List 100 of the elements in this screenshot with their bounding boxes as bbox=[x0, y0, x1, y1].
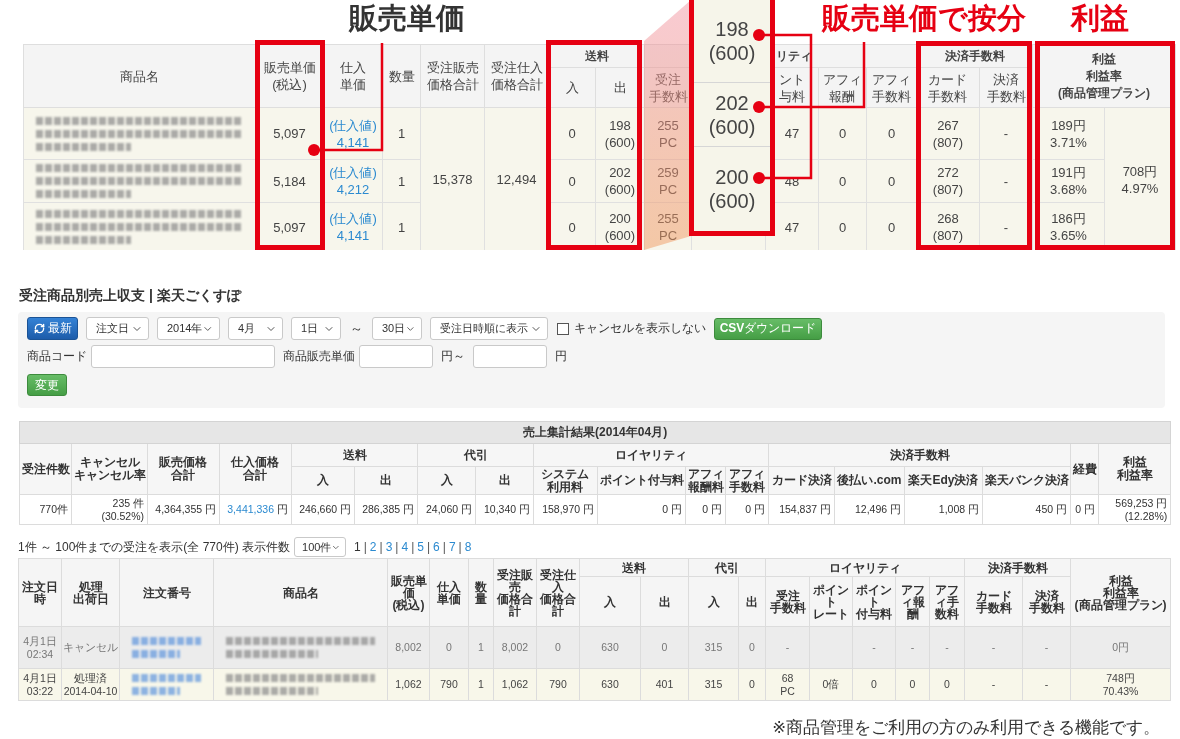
table-cell: 401 bbox=[640, 668, 689, 701]
order-row[interactable]: 4月1日 03:22 処理済 2014-04-10 1,062 790 1 1,062 790 630 401 315 0 68 PC 0倍 0 0 0 - - 748円 70.43% bbox=[18, 668, 1171, 701]
table-cell: - bbox=[964, 626, 1023, 669]
column-header: 受注 bbox=[654, 70, 682, 88]
table-cell: - bbox=[929, 626, 965, 669]
table-title: 売上集計結果(2014年04月) bbox=[19, 421, 1171, 444]
column-header: 受注販売 bbox=[496, 568, 534, 593]
page-separator: | bbox=[427, 540, 431, 554]
table-cell: - bbox=[765, 626, 810, 669]
column-header: 受注販売価格合計 bbox=[420, 44, 485, 108]
table-cell: 0 bbox=[818, 107, 867, 160]
checkbox-label[interactable]: キャンセルを表示しない bbox=[574, 321, 706, 336]
column-header: キャンセル率 bbox=[73, 469, 146, 482]
table-cell: 1 bbox=[468, 626, 494, 669]
field-label: 商品コード bbox=[27, 349, 87, 364]
column-group-header: 送料 bbox=[291, 443, 418, 467]
day-select[interactable]: 30日 bbox=[372, 317, 422, 340]
column-header: 利益率 bbox=[1102, 586, 1139, 599]
product-code-input[interactable] bbox=[91, 345, 275, 368]
page-link[interactable]: 7 bbox=[448, 540, 456, 554]
csv-download-button[interactable]: CSVダウンロード bbox=[714, 317, 822, 340]
table-cell: 4月1日 02:34 bbox=[18, 626, 62, 669]
column-header: ポイント bbox=[856, 583, 893, 608]
table-cell: 0円 bbox=[1070, 626, 1171, 669]
table-cell: 0 bbox=[429, 626, 469, 669]
column-header: 手数料 bbox=[768, 601, 807, 614]
table-cell: 8,002 bbox=[387, 626, 430, 669]
column-header: 仕入単価 bbox=[323, 44, 383, 108]
table-cell: 0 bbox=[536, 626, 580, 669]
column-header: 楽天Edy決済 bbox=[904, 466, 983, 495]
apply-button[interactable]: 変更 bbox=[27, 374, 67, 396]
table-cell: 0 bbox=[738, 668, 766, 701]
column-group-header: 決済手数料 bbox=[964, 558, 1071, 577]
table-cell: 4,364,355 円 bbox=[147, 494, 220, 525]
refresh-button[interactable]: 最新 bbox=[27, 317, 78, 340]
page-link[interactable]: 3 bbox=[385, 540, 393, 554]
table-cell: 235 件 (30.52%) bbox=[71, 494, 148, 525]
column-header: 楽天バンク決済 bbox=[982, 466, 1071, 495]
column-header: 入 bbox=[417, 466, 476, 495]
column-header: 商品名 bbox=[213, 558, 388, 627]
table-cell: 286,385 円 bbox=[354, 494, 418, 525]
page-link[interactable]: 6 bbox=[433, 540, 440, 554]
price-max-input[interactable] bbox=[473, 345, 547, 368]
page-separator: | bbox=[442, 540, 446, 554]
sort-order-select[interactable]: 受注日時順に表示 bbox=[430, 317, 548, 340]
page-link[interactable]: 1 bbox=[354, 540, 361, 554]
table-cell: 1 bbox=[468, 668, 494, 701]
column-header: 手数料 bbox=[1027, 601, 1066, 614]
column-header: 販売価格合計 bbox=[147, 443, 220, 495]
table-cell: 0 円 bbox=[597, 494, 686, 525]
refresh-icon bbox=[33, 323, 45, 334]
range-separator: ～ bbox=[350, 319, 363, 338]
table-cell: 246,660 円 bbox=[291, 494, 355, 525]
page-size-select[interactable]: 100件 bbox=[294, 537, 347, 557]
column-header: 出 bbox=[475, 466, 534, 495]
column-header: (税込) bbox=[391, 598, 426, 611]
table-cell: 12,496 円 bbox=[834, 494, 905, 525]
column-header: システム利用料 bbox=[533, 466, 598, 495]
page-link[interactable]: 4 bbox=[401, 540, 409, 554]
table-cell: 8,002 bbox=[493, 626, 537, 669]
column-header: 受注仕入価格合計 bbox=[484, 44, 549, 108]
column-header: 手数料 bbox=[647, 87, 689, 105]
column-header: 入 bbox=[688, 576, 739, 627]
table-cell: 630 bbox=[579, 626, 641, 669]
callout-value: 202 (600) bbox=[708, 90, 756, 139]
date-type-select[interactable]: 注文日 bbox=[86, 317, 149, 340]
column-header: (商品管理プラン) bbox=[1057, 84, 1151, 102]
day-select[interactable]: 1日 bbox=[291, 317, 341, 340]
column-header: 仕入単価 bbox=[429, 558, 469, 627]
table-cell: 630 bbox=[579, 668, 641, 701]
column-header: カード手数料 bbox=[964, 576, 1023, 627]
table-cell: 790 bbox=[536, 668, 580, 701]
page-link[interactable]: 8 bbox=[464, 540, 472, 554]
column-header: レート bbox=[812, 607, 850, 620]
page-link[interactable]: 2 bbox=[369, 540, 377, 554]
table-cell: 1 bbox=[382, 107, 421, 160]
field-label: 円～ bbox=[441, 349, 465, 364]
year-select[interactable]: 2014年 bbox=[157, 317, 220, 340]
checkbox[interactable] bbox=[557, 322, 569, 335]
purchase-total-link[interactable]: 3,441,336 bbox=[227, 503, 274, 515]
price-min-input[interactable] bbox=[359, 345, 433, 368]
column-header: 決済 bbox=[1034, 589, 1059, 602]
table-cell: 569,253 円 (12.28%) bbox=[1098, 494, 1171, 525]
column-header: アフィ手数料 bbox=[866, 67, 917, 108]
result-count-text: 1件 ～ 100件までの受注を表示(全 770件) 表示件数 bbox=[18, 538, 291, 556]
month-select[interactable]: 4月 bbox=[228, 317, 283, 340]
table-cell: 748円 70.43% bbox=[1070, 668, 1171, 701]
table-cell: - bbox=[1022, 668, 1071, 701]
page-link[interactable]: 5 bbox=[417, 540, 424, 554]
page-separator: | bbox=[458, 540, 462, 554]
column-group-header: 代引 bbox=[417, 443, 534, 467]
column-header: 仕入価格合計 bbox=[219, 443, 292, 495]
column-header: 後払い.com bbox=[834, 466, 905, 495]
column-header: (商品管理プラン) bbox=[1073, 598, 1168, 611]
table-cell: 10,340 円 bbox=[475, 494, 534, 525]
table-cell: 154,837 円 bbox=[768, 494, 835, 525]
column-header: ポイント付与料 bbox=[597, 466, 686, 495]
table-cell: - bbox=[852, 626, 896, 669]
table-cell: - bbox=[895, 626, 930, 669]
table-cell: 0 bbox=[866, 202, 917, 250]
